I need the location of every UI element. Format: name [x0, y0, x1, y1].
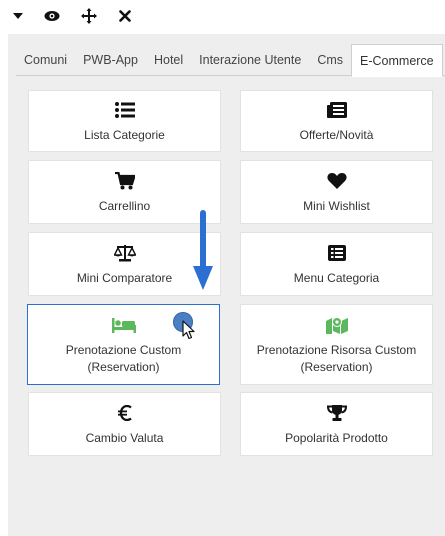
- euro-icon: [113, 402, 137, 424]
- widget-label: Prenotazione Risorsa Custom (Reservation…: [256, 342, 417, 374]
- widget-menu-categoria[interactable]: Menu Categoria: [240, 232, 433, 296]
- widget-label: Offerte/Novità: [299, 127, 374, 142]
- shopping-cart-icon: [113, 170, 137, 192]
- category-tabs: Comuni PWB-App Hotel Interazione Utente …: [16, 44, 445, 77]
- widget-label: Popolarità Prodotto: [285, 430, 388, 445]
- tab-interazione-utente[interactable]: Interazione Utente: [191, 44, 309, 76]
- list-alt-icon: [325, 242, 349, 264]
- arrow-down-icon: [193, 210, 213, 290]
- widget-toolbar: [0, 0, 445, 34]
- eye-icon[interactable]: [44, 8, 60, 24]
- widget-cambio-valuta[interactable]: Cambio Valuta: [28, 392, 221, 456]
- newspaper-icon: [325, 99, 349, 121]
- widget-label: Mini Wishlist: [303, 198, 370, 213]
- bed-icon: [111, 314, 136, 336]
- map-marker-icon: [325, 314, 349, 336]
- widget-lista-categorie[interactable]: Lista Categorie: [28, 90, 221, 152]
- tab-comuni[interactable]: Comuni: [16, 44, 75, 76]
- tab-e-commerce[interactable]: E-Commerce: [351, 44, 443, 77]
- widget-label: Menu Categoria: [293, 270, 380, 285]
- mouse-cursor-icon: [182, 320, 195, 340]
- widget-label: Mini Comparatore: [76, 270, 173, 285]
- caret-down-icon[interactable]: [10, 8, 26, 24]
- move-arrows-icon[interactable]: [81, 8, 97, 24]
- widget-mini-wishlist[interactable]: Mini Wishlist: [240, 160, 433, 224]
- widget-popolarita-prodotto[interactable]: Popolarità Prodotto: [240, 392, 433, 456]
- widget-label: Lista Categorie: [84, 127, 165, 142]
- widget-prenotazione-risorsa-custom[interactable]: Prenotazione Risorsa Custom (Reservation…: [240, 304, 433, 385]
- balance-scale-icon: [113, 242, 137, 264]
- tab-hotel[interactable]: Hotel: [146, 44, 191, 76]
- tab-cms[interactable]: Cms: [309, 44, 351, 76]
- widget-label: Carrellino: [98, 198, 151, 213]
- trophy-icon: [325, 402, 349, 424]
- close-icon[interactable]: [117, 8, 133, 24]
- widget-label: Prenotazione Custom (Reservation): [65, 342, 182, 374]
- list-icon: [113, 99, 137, 121]
- widget-label: Cambio Valuta: [85, 430, 164, 445]
- widget-offerte-novita[interactable]: Offerte/Novità: [240, 90, 433, 152]
- heart-icon: [325, 170, 349, 192]
- tab-pwb-app[interactable]: PWB-App: [75, 44, 146, 76]
